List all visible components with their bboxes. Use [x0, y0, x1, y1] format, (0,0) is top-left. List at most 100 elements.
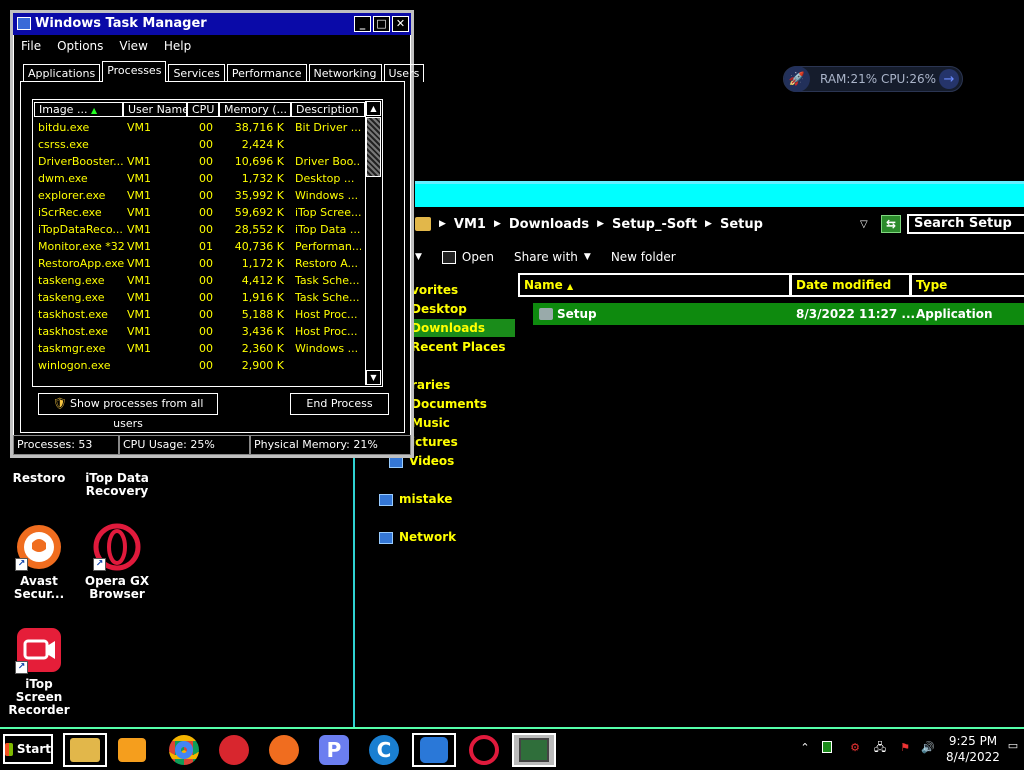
show-hidden-icons-icon[interactable]: ⌃ — [797, 741, 813, 755]
action-center-icon[interactable]: ⚑ — [897, 741, 913, 755]
process-row[interactable]: taskmgr.exe VM1 00 2,360 K Windows ... — [33, 340, 363, 357]
tab-services[interactable]: Services — [168, 64, 225, 82]
column-header-date-modified[interactable]: Date modified — [790, 273, 911, 297]
nav-music[interactable]: Music — [411, 414, 450, 432]
nav-downloads[interactable]: Downloads — [411, 319, 515, 337]
process-row[interactable]: taskeng.exe VM1 00 1,916 K Task Sche... — [33, 289, 363, 306]
organize-dropdown-icon[interactable]: ▼ — [415, 252, 422, 262]
scroll-thumb[interactable] — [366, 117, 381, 177]
refresh-icon[interactable]: ⇆ — [881, 215, 901, 233]
itop-data-recovery-icon — [420, 737, 448, 763]
column-header-memory[interactable]: Memory (... — [219, 102, 291, 117]
process-row[interactable]: iScrRec.exe VM1 00 59,692 K iTop Scree... — [33, 204, 363, 221]
process-row[interactable]: bitdu.exe VM1 00 38,716 K Bit Driver ... — [33, 119, 363, 136]
process-row[interactable]: csrss.exe 00 2,424 K — [33, 136, 363, 153]
nav-documents[interactable]: Documents — [411, 395, 487, 413]
breadcrumb-vm1[interactable]: VM1 — [454, 217, 486, 232]
tab-processes[interactable]: Processes — [102, 61, 167, 82]
process-row[interactable]: winlogon.exe 00 2,900 K — [33, 357, 363, 374]
tab-applications[interactable]: Applications — [23, 64, 101, 82]
explorer-title-bar[interactable] — [415, 181, 1024, 207]
process-row[interactable]: dwm.exe VM1 00 1,732 K Desktop ... — [33, 170, 363, 187]
driver-booster-tray-icon[interactable]: ⚙ — [847, 741, 863, 755]
nav-desktop[interactable]: Desktop — [411, 300, 467, 318]
show-all-users-button[interactable]: 🛡 Show processes from all users — [38, 393, 218, 430]
menu-help[interactable]: Help — [156, 35, 199, 57]
network-icon[interactable]: 🖧 — [872, 741, 888, 755]
taskbar-media-player[interactable] — [110, 733, 154, 767]
desktop-icon-opera-gx[interactable]: ↗ Opera GX Browser — [78, 523, 156, 601]
taskbar-chrome[interactable] — [162, 733, 206, 767]
process-row[interactable]: taskhost.exe VM1 00 3,436 K Host Proc... — [33, 323, 363, 340]
share-with-button[interactable]: Share with ▼ — [514, 250, 591, 264]
address-dropdown-icon[interactable]: ▽ — [860, 219, 868, 230]
taskbar-opera[interactable] — [462, 733, 506, 767]
nav-pictures[interactable]: ictures — [411, 433, 458, 451]
file-row[interactable]: Setup 8/3/2022 11:27 ... Application — [533, 303, 1024, 325]
task-manager-title-bar[interactable]: Windows Task Manager _ □ ✕ — [13, 13, 411, 35]
process-row[interactable]: taskeng.exe VM1 00 4,412 K Task Sche... — [33, 272, 363, 289]
menu-options[interactable]: Options — [49, 35, 111, 57]
end-process-button[interactable]: End Process — [290, 393, 389, 415]
column-header-image-name[interactable]: Image ... ▲ — [34, 102, 123, 117]
green-battery-icon[interactable] — [819, 741, 835, 755]
close-button[interactable]: ✕ — [392, 16, 409, 32]
column-header-cpu[interactable]: CPU — [187, 102, 219, 117]
open-button[interactable]: Open — [441, 250, 494, 264]
process-row[interactable]: Monitor.exe *32 VM1 01 40,736 K Performan... — [33, 238, 363, 255]
process-row[interactable]: iTopDataReco... VM1 00 28,552 K iTop Data ..… — [33, 221, 363, 238]
nav-favorites[interactable]: vorites — [411, 281, 458, 299]
address-bar[interactable]: ▶ VM1 ▶ Downloads ▶ Setup_-Soft ▶ Setup … — [415, 211, 1024, 237]
start-button[interactable]: Start — [3, 734, 53, 764]
nav-recent-places[interactable]: Recent Places — [411, 338, 506, 356]
scroll-down-icon[interactable]: ▼ — [366, 370, 381, 385]
nav-libraries[interactable]: raries — [411, 376, 450, 394]
column-header-user-name[interactable]: User Name — [123, 102, 187, 117]
avast-icon: ↗ — [15, 523, 63, 571]
breadcrumb-setup[interactable]: Setup — [720, 217, 763, 232]
column-header-type[interactable]: Type — [910, 273, 1024, 297]
vertical-scrollbar[interactable]: ▲ ▼ — [365, 101, 381, 385]
process-row[interactable]: RestoroApp.exe VM1 00 1,172 K Restoro A... — [33, 255, 363, 272]
volume-icon[interactable]: 🔊 — [920, 741, 936, 755]
taskbar-file-explorer[interactable] — [63, 733, 107, 767]
process-row[interactable]: explorer.exe VM1 00 35,992 K Windows ... — [33, 187, 363, 204]
process-description: Task Sche... — [295, 291, 360, 304]
process-list[interactable]: Image ... ▲ User Name CPU Memory (... De… — [32, 99, 383, 387]
breadcrumb-downloads[interactable]: Downloads — [509, 217, 589, 232]
arrow-right-icon[interactable]: → — [939, 69, 959, 89]
tab-users[interactable]: Users — [383, 64, 425, 82]
clock[interactable]: 9:25 PM 8/4/2022 — [943, 733, 1003, 765]
tab-performance[interactable]: Performance — [226, 64, 307, 82]
nav-network[interactable]: Network — [379, 528, 456, 546]
desktop-icon-itop-screen-recorder[interactable]: ↗ iTop Screen Recorder — [0, 626, 78, 717]
breadcrumb-setup-soft[interactable]: Setup_-Soft — [612, 217, 697, 232]
taskbar-driver-booster[interactable] — [212, 733, 256, 767]
process-row[interactable]: DriverBooster.... VM1 00 10,696 K Driver Boo… — [33, 153, 363, 170]
menu-view[interactable]: View — [111, 35, 155, 57]
system-monitor-gadget[interactable]: 🚀 RAM:21% CPU:26% → — [783, 66, 963, 92]
taskbar-p-app[interactable]: P — [312, 733, 356, 767]
process-row[interactable]: taskhost.exe VM1 00 5,188 K Host Proc... — [33, 306, 363, 323]
share-with-label: Share with — [513, 250, 578, 264]
nav-label: Music — [411, 416, 450, 430]
taskbar-ccleaner[interactable]: C — [362, 733, 406, 767]
menu-file[interactable]: File — [13, 35, 49, 57]
taskbar-task-manager[interactable] — [512, 733, 556, 767]
scroll-up-icon[interactable]: ▲ — [366, 101, 381, 116]
search-input[interactable]: Search Setup — [907, 214, 1024, 234]
avast-icon — [269, 735, 299, 765]
new-folder-button[interactable]: New folder — [611, 250, 676, 264]
column-header-description[interactable]: Description — [291, 102, 365, 117]
process-image: csrss.exe — [38, 138, 89, 151]
nav-mistake[interactable]: mistake — [379, 490, 452, 508]
show-desktop-icon[interactable]: ▭ — [1005, 739, 1021, 753]
minimize-button[interactable]: _ — [354, 16, 371, 32]
column-header-name[interactable]: Name ▲ — [518, 273, 791, 297]
maximize-button[interactable]: □ — [373, 16, 390, 32]
taskbar-itop-data-recovery[interactable] — [412, 733, 456, 767]
desktop-icon-avast[interactable]: ↗ Avast Secur... — [0, 523, 78, 601]
status-physical-memory: Physical Memory: 21% — [250, 435, 411, 455]
tab-networking[interactable]: Networking — [308, 64, 382, 82]
taskbar-avast[interactable] — [262, 733, 306, 767]
